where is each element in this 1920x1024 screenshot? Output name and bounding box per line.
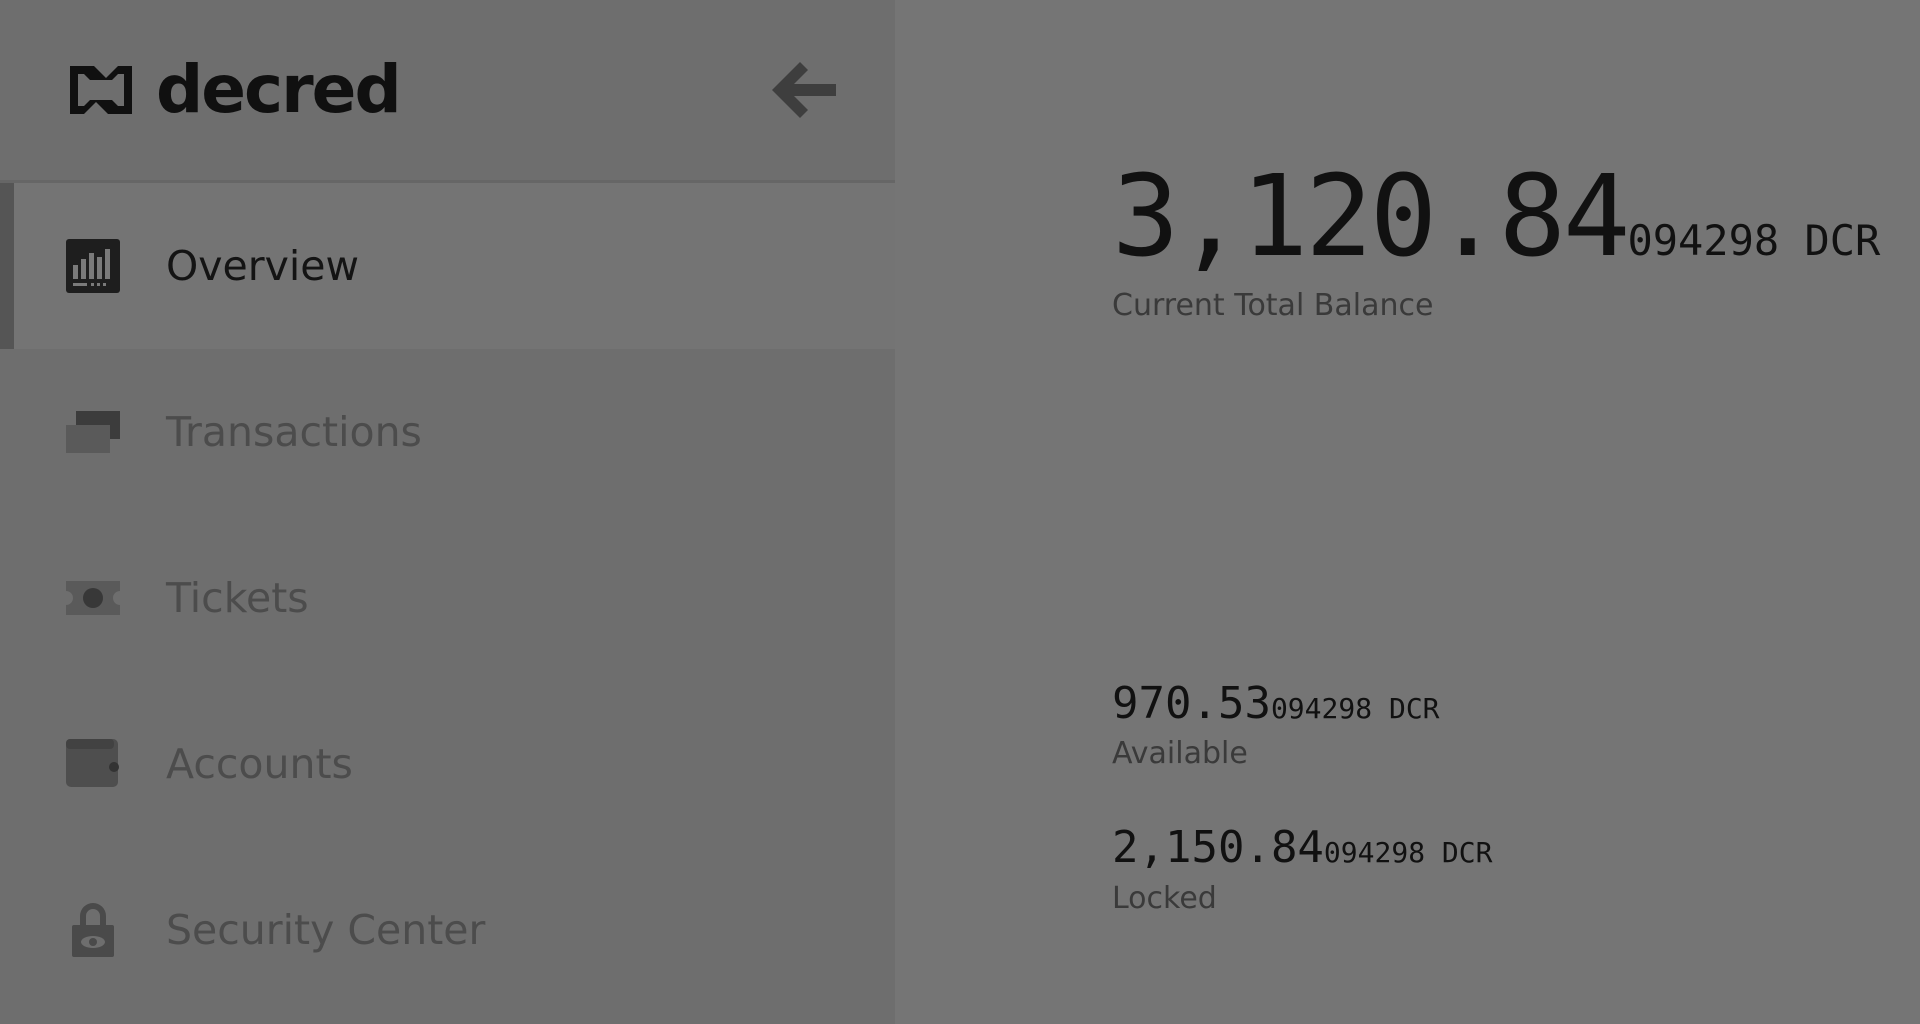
total-balance-minor: 094298 DCR	[1627, 216, 1881, 265]
ticket-icon	[66, 581, 120, 615]
locked-balance-label: Locked	[1112, 881, 1217, 916]
transactions-icon	[66, 411, 120, 453]
available-balance-minor: 094298 DCR	[1270, 692, 1440, 725]
total-balance-amount: 3,120.84094298 DCR	[1112, 152, 1880, 282]
sidebar-header: decred	[0, 0, 895, 183]
sidebar-item-label: Tickets	[166, 574, 309, 622]
sidebar-item-overview[interactable]: Overview	[0, 183, 895, 349]
sidebar-nav: Overview Transactions Tickets Accounts S…	[0, 183, 895, 1013]
locked-balance-minor: 094298 DCR	[1323, 836, 1493, 869]
overview-chart-icon	[66, 239, 120, 293]
overview-panel: 3,120.84094298 DCR Current Total Balance…	[895, 0, 1920, 1024]
available-balance-major: 970.53	[1112, 678, 1271, 729]
available-balance-amount: 970.53094298 DCR	[1112, 678, 1440, 729]
locked-balance-amount: 2,150.84094298 DCR	[1112, 822, 1493, 873]
sidebar-item-label: Accounts	[166, 740, 353, 788]
decred-logo[interactable]: decred	[64, 51, 402, 128]
total-balance-label: Current Total Balance	[1112, 288, 1434, 323]
decred-logo-icon	[70, 66, 132, 114]
sidebar-item-label: Overview	[166, 242, 360, 290]
collapse-sidebar-button[interactable]	[770, 56, 840, 126]
sidebar-item-label: Security Center	[166, 906, 486, 954]
sidebar-item-transactions[interactable]: Transactions	[0, 349, 895, 515]
locked-balance-major: 2,150.84	[1112, 822, 1324, 873]
total-balance-major: 3,120.84	[1112, 152, 1630, 282]
sidebar-item-label: Transactions	[166, 408, 422, 456]
sidebar: decred Overview Transactions Tickets Acc…	[0, 0, 895, 1024]
active-indicator	[0, 183, 14, 349]
available-balance-label: Available	[1112, 736, 1248, 771]
sidebar-item-tickets[interactable]: Tickets	[0, 515, 895, 681]
sidebar-item-security-center[interactable]: Security Center	[0, 847, 895, 1013]
arrow-left-icon	[772, 62, 836, 118]
wallet-icon	[66, 739, 119, 787]
sidebar-item-accounts[interactable]: Accounts	[0, 681, 895, 847]
logo-text: decred	[156, 51, 402, 128]
lock-icon	[72, 903, 114, 957]
